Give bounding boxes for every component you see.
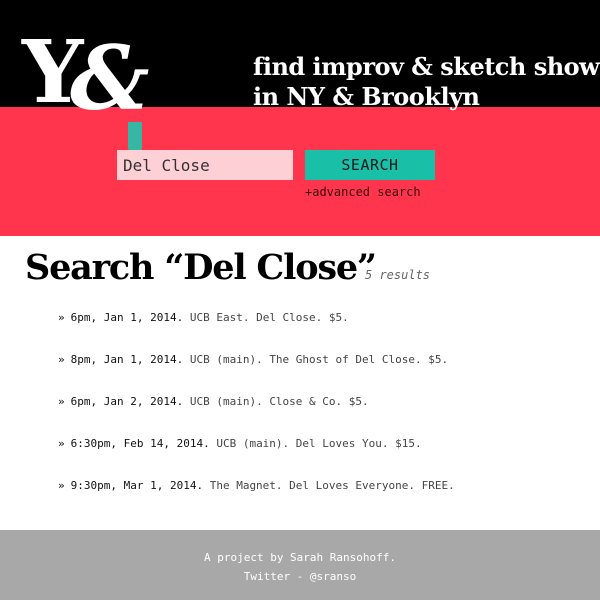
result-details: UCB East. Del Close. $5. — [189, 311, 349, 324]
bullet-icon: » — [58, 311, 65, 324]
results-heading: Search “Del Close” — [25, 247, 377, 288]
footer: A project by Sarah Ransohoff. Twitter - … — [0, 530, 600, 600]
result-details: The Magnet. Del Loves Everyone. FREE. — [209, 479, 455, 492]
result-datetime: 6:30pm, Feb 14, 2014. — [70, 437, 210, 450]
tagline: find improv & sketch shows in NY & Brook… — [253, 52, 600, 112]
result-datetime: 6pm, Jan 1, 2014. — [70, 311, 184, 324]
result-item[interactable]: » 9:30pm, Mar 1, 2014. The Magnet. Del Lo… — [58, 468, 578, 510]
result-item[interactable]: » 6:30pm, Feb 14, 2014. UCB (main). Del L… — [58, 426, 578, 468]
bullet-icon: » — [58, 353, 65, 366]
result-datetime: 9:30pm, Mar 1, 2014. — [70, 479, 204, 492]
result-datetime: 8pm, Jan 1, 2014. — [70, 353, 184, 366]
footer-twitter-line: Twitter - @sranso — [0, 570, 600, 583]
site-logo[interactable]: Y & — [22, 26, 152, 154]
tagline-line-1: find improv & sketch shows — [253, 52, 600, 81]
result-item[interactable]: » 8pm, Jan 1, 2014. UCB (main). The Ghost… — [58, 342, 578, 384]
footer-credit: A project by Sarah Ransohoff. — [203, 551, 397, 564]
bullet-icon: » — [58, 395, 65, 408]
bullet-icon: » — [58, 479, 65, 492]
results-list: » 6pm, Jan 1, 2014. UCB East. Del Close. … — [58, 300, 578, 510]
tagline-line-2: in NY & Brooklyn — [253, 82, 480, 111]
twitter-link[interactable]: Twitter - @sranso — [244, 570, 357, 583]
advanced-search-link[interactable]: +advanced search — [305, 185, 421, 199]
result-details: UCB (main). Close & Co. $5. — [189, 395, 369, 408]
result-details: UCB (main). Del Loves You. $15. — [216, 437, 422, 450]
result-item[interactable]: » 6pm, Jan 2, 2014. UCB (main). Close & C… — [58, 384, 578, 426]
result-details: UCB (main). The Ghost of Del Close. $5. — [189, 353, 449, 366]
result-item[interactable]: » 6pm, Jan 1, 2014. UCB East. Del Close. … — [58, 300, 578, 342]
results-count: 5 results — [365, 268, 431, 282]
bullet-icon: » — [58, 437, 65, 450]
search-button[interactable]: SEARCH — [305, 150, 435, 180]
search-input[interactable] — [117, 150, 293, 180]
result-datetime: 6pm, Jan 2, 2014. — [70, 395, 184, 408]
logo-ampersand: & — [70, 26, 150, 130]
